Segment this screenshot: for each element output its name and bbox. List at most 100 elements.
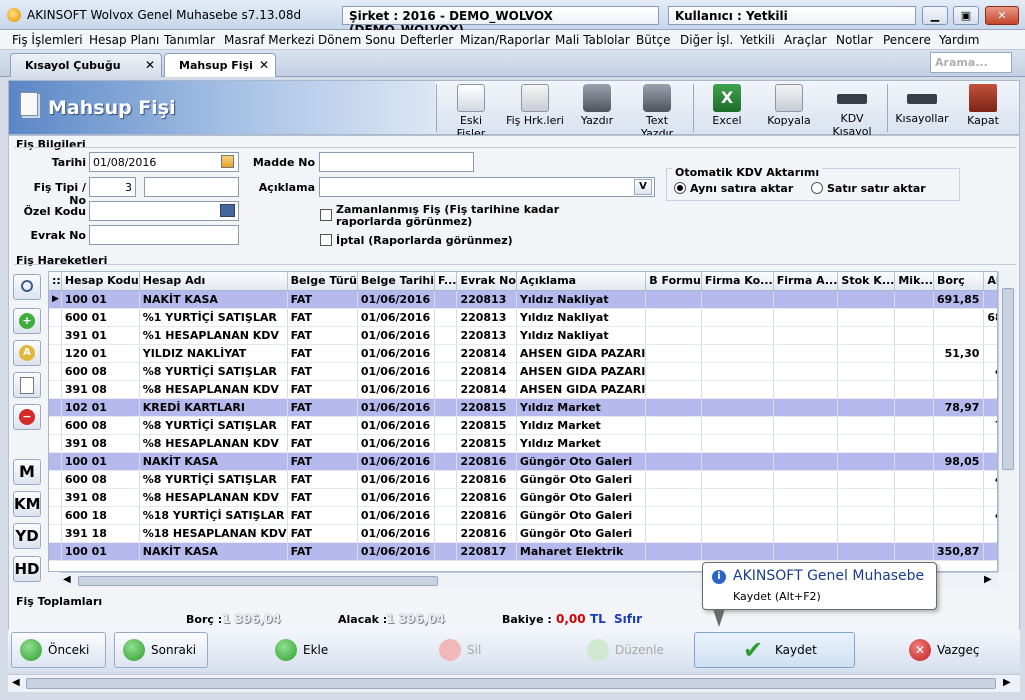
cell-tur[interactable]: FAT [287,398,358,417]
cell-empty[interactable] [837,542,896,561]
cell-evrak[interactable]: 220816 [456,452,517,471]
cell-empty[interactable] [701,398,774,417]
cell-empty[interactable] [701,524,774,543]
cell-aciklama[interactable]: Yıldız Nakliyat [516,308,647,327]
cell-tarih[interactable]: 01/06/2016 [357,542,436,561]
row-indicator[interactable] [49,416,62,435]
column-header[interactable]: Belge Türü [287,272,358,291]
cell-empty[interactable] [894,488,934,507]
cell-empty[interactable] [894,524,934,543]
cell-kod[interactable]: 102 01 [61,398,140,417]
cell-ad[interactable]: %18 YURTİÇİ SATIŞLAR [139,506,288,525]
cell-kod[interactable]: 100 01 [61,452,140,471]
cell-empty[interactable] [837,398,896,417]
cell-empty[interactable] [773,434,839,453]
table-row[interactable]: 102 01 KREDİ KARTLARI FAT 01/06/2016 220815 Y… [49,398,997,417]
cell-alacak[interactable]: 41,62 [983,470,997,489]
cell-ad[interactable]: %8 YURTİÇİ SATIŞLAR [139,362,288,381]
cell-tarih[interactable]: 01/06/2016 [357,290,436,309]
vazgec-button[interactable]: ✕ Vazgeç [900,632,1000,668]
cell-empty[interactable] [645,434,702,453]
text-yazdir-button[interactable]: Text Yazdır [628,82,686,140]
cell-empty[interactable] [894,344,934,363]
cell-empty[interactable] [434,362,458,381]
column-header[interactable]: Açıklama [516,272,647,291]
cell-aciklama[interactable]: Güngör Oto Galeri [516,452,647,471]
cell-alacak[interactable]: 8,10 [983,524,997,543]
cell-empty[interactable] [701,506,774,525]
cell-ad[interactable]: KREDİ KARTLARI [139,398,288,417]
cell-empty[interactable] [837,344,896,363]
cell-ad[interactable]: NAKİT KASA [139,452,288,471]
cell-empty[interactable] [837,362,896,381]
cell-empty[interactable] [701,470,774,489]
cell-evrak[interactable]: 220815 [456,416,517,435]
cell-tur[interactable]: FAT [287,524,358,543]
cell-borc[interactable] [933,326,985,345]
hd-button[interactable]: HD [13,556,41,582]
close-button[interactable]: ✕ [985,6,1019,25]
cell-ad[interactable]: %8 YURTİÇİ SATIŞLAR [139,416,288,435]
menu-masraf-merkezi[interactable]: Masraf Merkezi [224,33,315,47]
yazdir-button[interactable]: Yazdır [575,82,619,134]
column-header[interactable]: :: [49,272,62,291]
cell-kod[interactable]: 600 01 [61,308,140,327]
cell-aciklama[interactable]: AHSEN GIDA PAZARI [516,380,647,399]
cell-empty[interactable] [645,362,702,381]
cell-aciklama[interactable]: Yıldız Nakliyat [516,326,647,345]
cell-ad[interactable]: NAKİT KASA [139,290,288,309]
delete-row-button[interactable]: − [13,404,41,430]
cell-kod[interactable]: 391 08 [61,380,140,399]
cell-empty[interactable] [773,542,839,561]
cell-tarih[interactable]: 01/06/2016 [357,380,436,399]
table-row[interactable]: 600 08 %8 YURTİÇİ SATIŞLAR FAT 01/06/2016 22… [49,416,997,435]
cell-empty[interactable] [645,488,702,507]
menu-diger-isl[interactable]: Diğer İşl. [680,33,733,47]
cell-kod[interactable]: 600 18 [61,506,140,525]
cell-empty[interactable] [434,308,458,327]
cell-aciklama[interactable]: Yıldız Market [516,398,647,417]
cell-tur[interactable]: FAT [287,380,358,399]
cell-tarih[interactable]: 01/06/2016 [357,434,436,453]
edit-row-button[interactable]: A [13,340,41,366]
cell-borc[interactable] [933,506,985,525]
row-indicator[interactable] [49,362,62,381]
kopyala-button[interactable]: Kopyala [766,82,812,134]
cell-ad[interactable]: %8 HESAPLANAN KDV [139,488,288,507]
tarihi-input[interactable]: 01/08/2016 [89,152,239,172]
add-row-button[interactable]: + [13,308,41,334]
column-header[interactable]: Belge Tarihi [357,272,436,291]
cell-tur[interactable]: FAT [287,434,358,453]
cell-empty[interactable] [894,362,934,381]
cell-empty[interactable] [434,326,458,345]
cell-alacak[interactable] [983,398,997,417]
row-indicator[interactable] [49,524,62,543]
scroll-left-icon[interactable]: ◀ [63,574,71,585]
table-row[interactable]: 600 08 %8 YURTİÇİ SATIŞLAR FAT 01/06/2016 22… [49,470,997,489]
row-indicator[interactable]: ▶ [49,290,62,309]
cell-empty[interactable] [837,380,896,399]
cell-empty[interactable] [894,326,934,345]
cell-empty[interactable] [701,488,774,507]
cell-empty[interactable] [434,524,458,543]
table-row[interactable]: 600 01 %1 YURTİÇİ SATIŞLAR FAT 01/06/2016 22… [49,308,997,327]
cell-empty[interactable] [837,470,896,489]
zamanlanmis-checkbox[interactable] [320,209,332,221]
onceki-button[interactable]: Önceki [11,632,106,668]
cell-tarih[interactable]: 01/06/2016 [357,398,436,417]
cell-tur[interactable]: FAT [287,542,358,561]
scroll-left-icon[interactable]: ◀ [12,677,20,688]
cell-aciklama[interactable]: AHSEN GIDA PAZARI [516,344,647,363]
cell-tur[interactable]: FAT [287,416,358,435]
cell-empty[interactable] [894,506,934,525]
cell-empty[interactable] [894,290,934,309]
sonraki-button[interactable]: Sonraki [114,632,208,668]
cell-borc[interactable] [933,362,985,381]
cell-empty[interactable] [894,398,934,417]
search-row-button[interactable] [13,274,41,300]
cell-evrak[interactable]: 220817 [456,542,517,561]
column-header[interactable]: Alacak [983,272,997,291]
cell-ad[interactable]: %8 HESAPLANAN KDV [139,380,288,399]
tab-close-icon[interactable]: ✕ [145,58,155,72]
cell-empty[interactable] [773,506,839,525]
